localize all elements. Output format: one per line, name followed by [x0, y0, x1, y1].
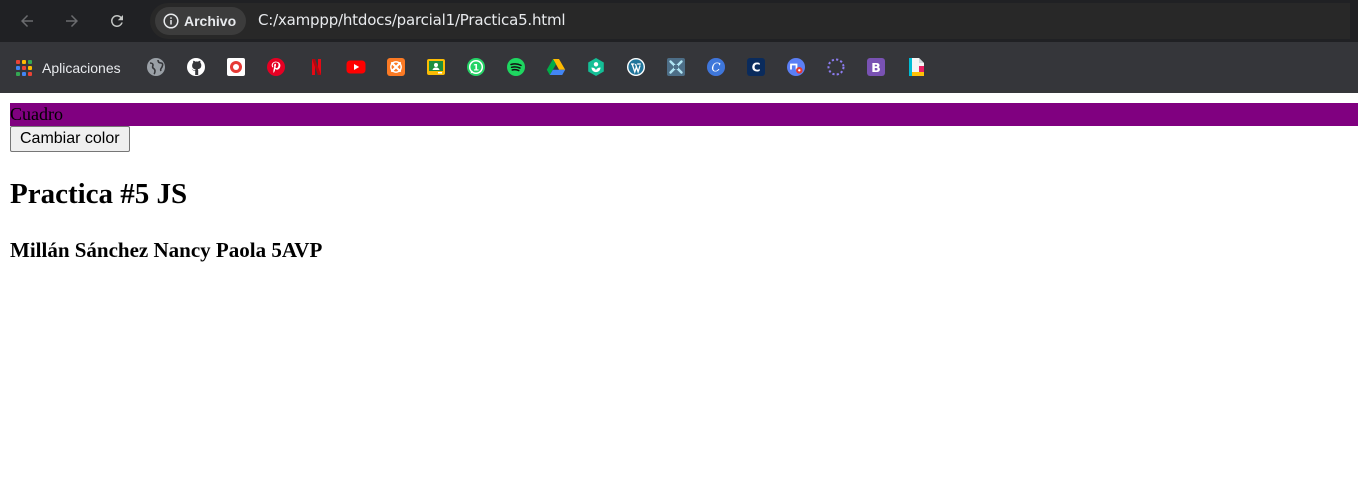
arrow-left-icon — [21, 15, 33, 27]
bootstrap-icon[interactable]: B — [866, 57, 886, 77]
whatsapp-icon[interactable]: 1 — [466, 57, 486, 77]
address-bar[interactable]: Archivo C:/xamppp/htdocs/parcial1/Practi… — [150, 3, 1358, 39]
svg-text:C: C — [752, 61, 761, 75]
globe-icon[interactable] — [146, 57, 166, 77]
bookmarks-bar: Aplicaciones 1 C C B — [0, 42, 1358, 93]
xampp-icon[interactable] — [386, 57, 406, 77]
wordpress-icon[interactable] — [626, 57, 646, 77]
coursera-icon[interactable]: C — [746, 57, 766, 77]
apps-label: Aplicaciones — [42, 60, 121, 76]
color-box: Cuadro — [10, 103, 1358, 126]
file-icon[interactable] — [906, 57, 926, 77]
browser-toolbar: Archivo C:/xamppp/htdocs/parcial1/Practi… — [0, 0, 1358, 42]
arrow-right-icon — [66, 15, 78, 27]
extension-icon[interactable] — [786, 57, 806, 77]
change-color-button[interactable]: Cambiar color — [10, 126, 130, 152]
page-content: Cuadro Cambiar color Practica #5 JS Mill… — [0, 93, 1358, 493]
svg-text:B: B — [871, 60, 881, 75]
canva-icon[interactable]: C — [706, 57, 726, 77]
tools-icon[interactable] — [666, 57, 686, 77]
youtube-icon[interactable] — [346, 57, 366, 77]
url-text[interactable]: C:/xamppp/htdocs/parcial1/Practica5.html — [258, 11, 566, 29]
site-info-label: Archivo — [184, 13, 237, 29]
author-subtitle: Millán Sánchez Nancy Paola 5AVP — [10, 238, 323, 262]
reload-button[interactable] — [102, 6, 132, 36]
info-icon — [163, 13, 179, 29]
khan-academy-icon[interactable] — [586, 57, 606, 77]
forward-button[interactable] — [57, 6, 87, 36]
svg-text:1: 1 — [473, 63, 479, 73]
google-drive-icon[interactable] — [546, 57, 566, 77]
spotify-icon[interactable] — [506, 57, 526, 77]
pinterest-icon[interactable] — [266, 57, 286, 77]
apps-shortcut[interactable]: Aplicaciones — [16, 58, 121, 78]
reload-icon — [110, 14, 123, 27]
back-button[interactable] — [12, 6, 42, 36]
svg-text:C: C — [711, 60, 720, 74]
classroom-icon[interactable] — [426, 57, 446, 77]
netflix-icon[interactable] — [306, 57, 326, 77]
page-title: Practica #5 JS — [10, 178, 188, 210]
github-icon[interactable] — [186, 57, 206, 77]
record-icon[interactable] — [226, 57, 246, 77]
site-info-chip[interactable]: Archivo — [155, 7, 247, 35]
apps-grid-icon — [16, 59, 33, 77]
dotted-circle-icon[interactable] — [826, 57, 846, 77]
